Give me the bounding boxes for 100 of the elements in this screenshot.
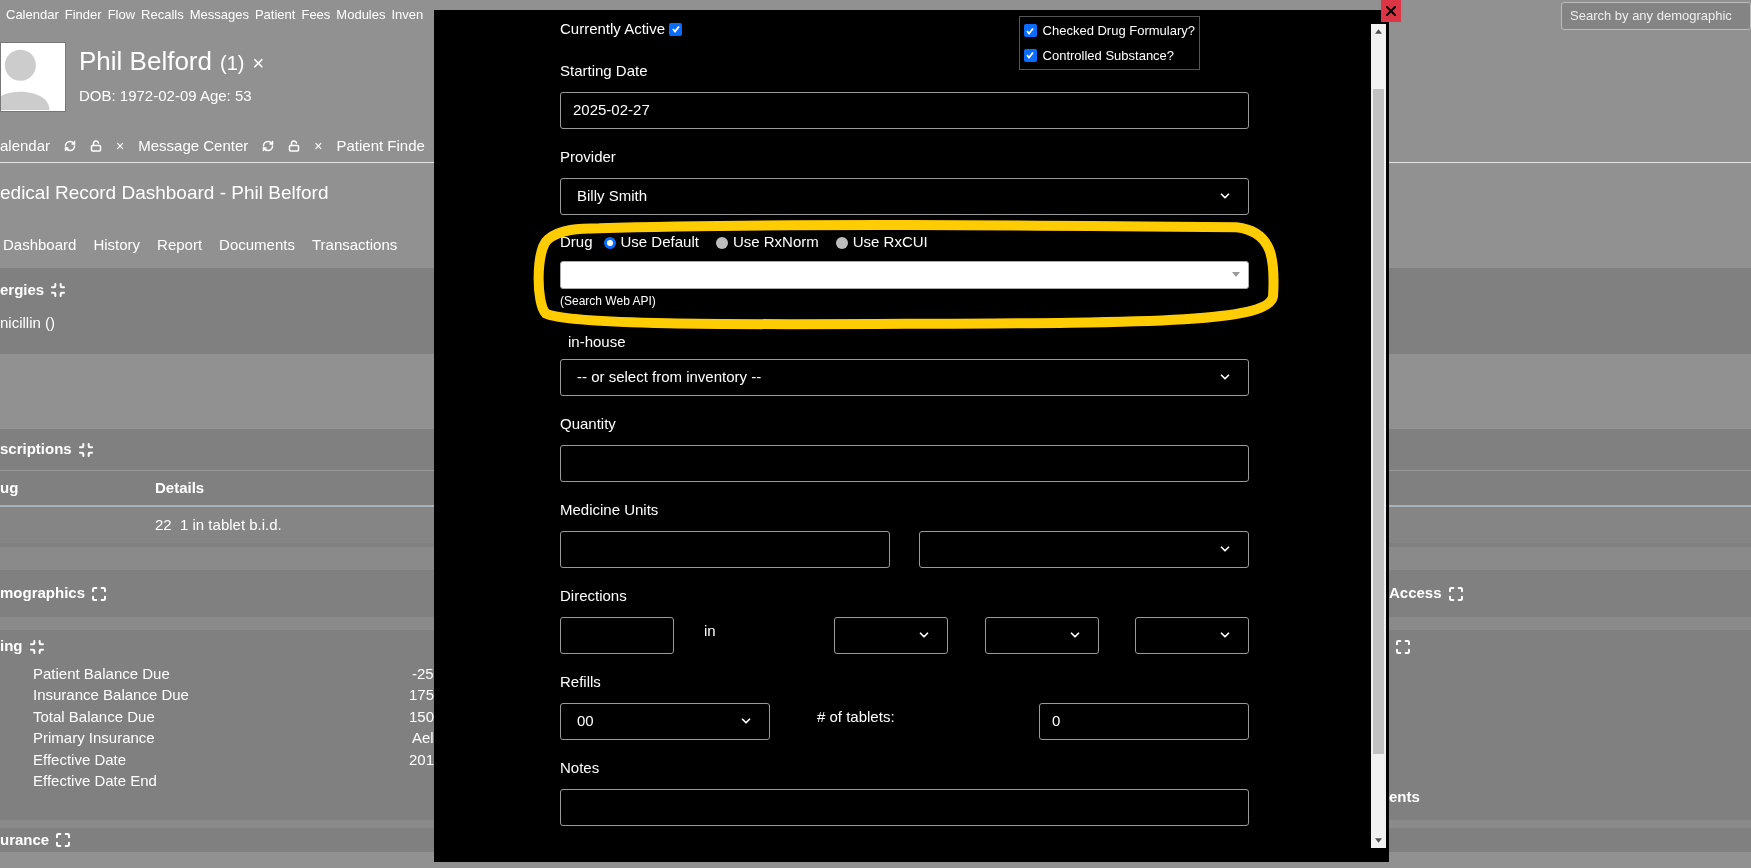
column-header: Details xyxy=(155,477,205,498)
scrollbar[interactable] xyxy=(1371,24,1386,848)
close-button[interactable] xyxy=(1381,0,1401,22)
billing-value: 201 xyxy=(408,749,434,770)
patient-dob: DOB: 1972-02-09 Age: 53 xyxy=(79,86,253,106)
checkbox-label: Controlled Substance? xyxy=(1042,46,1175,65)
patient-name: Phil Belford xyxy=(79,45,212,78)
field-label: Directions xyxy=(560,585,628,606)
section-title: scriptions xyxy=(0,439,72,460)
caret-icon xyxy=(1232,272,1240,277)
billing-value: -25 xyxy=(412,663,434,684)
field-label: Starting Date xyxy=(560,60,649,81)
expand-icon[interactable] xyxy=(1447,585,1464,602)
route-select[interactable] xyxy=(984,616,1099,654)
scrollbar-thumb[interactable] xyxy=(1373,89,1384,754)
billing-value: Ael xyxy=(412,728,434,748)
scroll-down-icon[interactable] xyxy=(1375,838,1382,843)
section-title: urance xyxy=(0,829,50,850)
billing-value: 150 xyxy=(408,706,434,727)
refresh-icon[interactable] xyxy=(64,140,77,152)
dose-field[interactable] xyxy=(560,616,674,654)
units-field[interactable] xyxy=(560,530,890,568)
refills-select[interactable]: 00 xyxy=(560,702,770,740)
open-tab-link[interactable]: Patient Finde xyxy=(336,134,425,158)
field-label: Notes xyxy=(560,757,601,778)
dashboard-tab[interactable]: Dashboard xyxy=(3,234,77,257)
section-title: Access xyxy=(1389,583,1442,604)
unlock-icon[interactable] xyxy=(288,140,301,152)
unlock-icon[interactable] xyxy=(90,140,103,152)
checkbox[interactable] xyxy=(1023,48,1037,62)
column-header: ug xyxy=(0,477,20,498)
billing-label: Effective Date xyxy=(33,749,128,770)
open-tab-link[interactable]: Message Center xyxy=(138,134,249,158)
directions-joiner: in xyxy=(704,620,717,641)
inventory-select[interactable]: -- or select from inventory -- xyxy=(560,358,1249,396)
expand-icon[interactable] xyxy=(1395,638,1411,655)
quantity-field[interactable] xyxy=(560,444,1249,482)
close-tab[interactable]: × xyxy=(314,135,323,157)
interval-select[interactable] xyxy=(1135,616,1249,654)
section-title: mographics xyxy=(0,583,86,604)
form-select[interactable] xyxy=(834,616,948,654)
notes-field[interactable] xyxy=(560,788,1249,826)
billing-label: Primary Insurance xyxy=(33,728,156,748)
billing-label: Patient Balance Due xyxy=(33,663,171,684)
radio-button[interactable] xyxy=(835,236,848,249)
section-title: ergies xyxy=(0,279,45,300)
refresh-icon[interactable] xyxy=(262,140,275,152)
dashboard-tab[interactable]: Documents xyxy=(219,234,295,257)
expand-icon[interactable] xyxy=(91,585,108,602)
dashboard-tab[interactable]: Report xyxy=(157,234,203,257)
drug-label: Drug xyxy=(560,232,593,253)
collapse-icon[interactable] xyxy=(28,638,45,655)
open-tab-link[interactable]: alendar xyxy=(0,134,51,158)
drug-search-field[interactable] xyxy=(560,260,1249,289)
menu-link[interactable]: Messages xyxy=(189,5,249,25)
dashboard-tab[interactable]: Transactions xyxy=(311,234,398,257)
collapse-icon[interactable] xyxy=(50,282,67,298)
section-title: ing xyxy=(0,636,23,657)
units-select[interactable] xyxy=(919,530,1249,568)
menu-link[interactable]: Recalls xyxy=(141,5,184,25)
menu-link[interactable]: Flow xyxy=(107,5,136,25)
radio-button[interactable] xyxy=(715,236,728,249)
billing-label: Total Balance Due xyxy=(33,706,156,727)
tablets-label: # of tablets: xyxy=(817,706,896,727)
billing-value: 175 xyxy=(408,685,434,705)
table-cell-text: 22 1 in tablet b.i.d. xyxy=(155,514,282,535)
avatar-placeholder xyxy=(0,42,66,112)
field-label: in-house xyxy=(568,331,627,352)
allergy-item: nicillin () xyxy=(0,313,56,333)
radio-label: Use Default xyxy=(620,232,699,253)
dashboard-tab[interactable]: History xyxy=(93,234,141,257)
checkbox[interactable] xyxy=(669,22,683,36)
collapse-icon[interactable] xyxy=(77,441,94,458)
field-label: Quantity xyxy=(560,413,617,434)
checkbox-label: Checked Drug Formulary? xyxy=(1042,22,1195,40)
expand-icon[interactable] xyxy=(55,832,72,848)
menu-link[interactable]: Modules xyxy=(336,5,386,25)
field-label: Medicine Units xyxy=(560,499,660,520)
scroll-up-icon[interactable] xyxy=(1375,29,1382,34)
menu-link[interactable]: Patient xyxy=(254,5,296,25)
menu-link[interactable]: Calendar xyxy=(6,5,59,25)
checkbox[interactable] xyxy=(1023,24,1037,38)
menu-link[interactable]: Fees xyxy=(301,5,331,25)
search-hint: (Search Web API) xyxy=(560,292,657,310)
date-field[interactable]: 2025-02-27 xyxy=(560,91,1249,129)
radio-label: Use RxCUI xyxy=(852,232,928,253)
tablets-field[interactable]: 0 xyxy=(1039,702,1249,740)
currently-active-label: Currently Active xyxy=(560,19,666,39)
billing-label: Insurance Balance Due xyxy=(33,685,190,705)
search-field[interactable]: Search by any demographic xyxy=(1561,2,1751,30)
radio-label: Use RxNorm xyxy=(732,232,819,253)
close-tab[interactable]: × xyxy=(116,135,125,157)
patient-count: (1) xyxy=(219,51,245,76)
section-title: ents xyxy=(1389,786,1421,807)
field-label: Provider xyxy=(560,146,617,167)
provider-select[interactable]: Billy Smith xyxy=(560,177,1249,215)
radio-button[interactable] xyxy=(603,236,616,249)
menu-link[interactable]: Finder xyxy=(64,5,102,25)
close-patient[interactable]: × xyxy=(252,48,265,78)
menu-link[interactable]: Inven xyxy=(391,5,424,25)
